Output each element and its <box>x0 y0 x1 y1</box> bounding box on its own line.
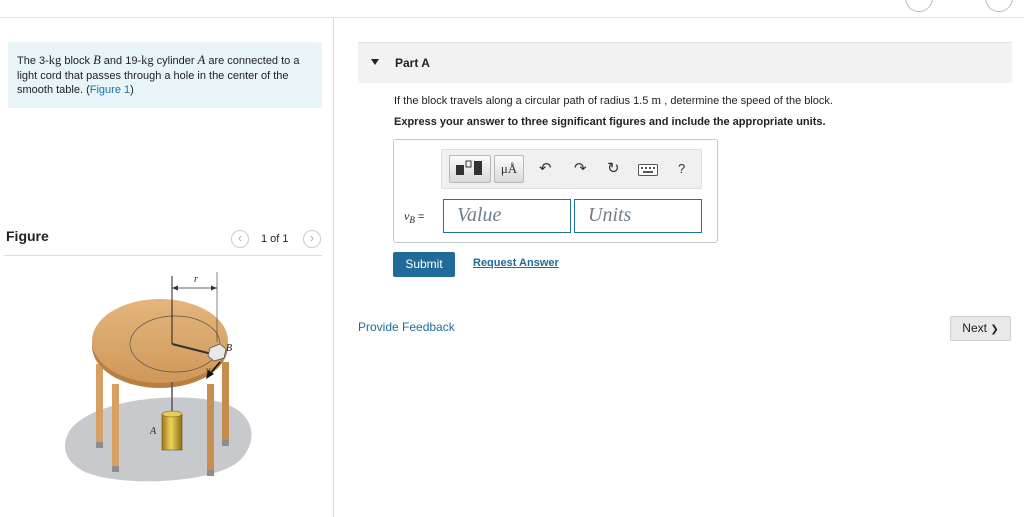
intro-text: The 3- <box>17 55 49 67</box>
leg-foot <box>207 470 214 476</box>
chevron-right-icon: ❯ <box>990 324 999 335</box>
value-input[interactable]: Value <box>443 199 571 233</box>
cylinder-a <box>161 413 183 451</box>
table-leg <box>96 364 103 444</box>
figure-link[interactable]: Figure 1 <box>90 84 130 96</box>
answer-variable-label: vB = <box>404 209 424 225</box>
provide-feedback-link[interactable]: Provide Feedback <box>358 320 455 334</box>
redo-icon[interactable]: ↷ <box>574 160 587 178</box>
leg-foot <box>222 440 229 446</box>
part-a-header[interactable] <box>358 42 1012 83</box>
equals-sign: = <box>414 211 425 223</box>
next-label: Next <box>962 321 987 335</box>
question-part: , determine the speed of the block. <box>661 95 833 107</box>
pane-divider <box>333 18 334 517</box>
templates-button[interactable] <box>449 155 491 183</box>
request-answer-link[interactable]: Request Answer <box>473 257 559 269</box>
next-button[interactable]: Next ❯ <box>950 316 1011 341</box>
triangle-down-icon[interactable] <box>371 59 379 65</box>
keyboard-icon[interactable] <box>638 164 658 176</box>
top-border <box>0 17 1024 18</box>
cylinder-top <box>161 410 183 418</box>
table-leg <box>222 362 229 442</box>
label-r: r <box>194 274 198 285</box>
chevron-right-icon[interactable]: › <box>303 230 321 248</box>
label-a: A <box>149 426 157 437</box>
problem-intro: The 3-kg block B and 19-kg cylinder A ar… <box>8 42 322 108</box>
question-unit: m <box>651 93 662 107</box>
submit-button[interactable]: Submit <box>393 252 455 277</box>
instruction-text: Express your answer to three significant… <box>394 116 826 128</box>
label-b: B <box>226 343 232 354</box>
figure-illustration: r B v A <box>65 272 252 482</box>
units-input[interactable]: Units <box>574 199 702 233</box>
intro-text: cylinder <box>153 55 198 67</box>
unit-kg: kg <box>141 53 154 67</box>
templates-icon <box>456 160 482 175</box>
chevron-left-icon[interactable]: ‹ <box>231 230 249 248</box>
intro-text: and 19- <box>100 55 142 67</box>
help-icon[interactable]: ? <box>678 160 685 178</box>
reset-icon[interactable]: ↻ <box>607 160 620 178</box>
dimension-arrowhead <box>172 285 178 291</box>
label-v: v <box>206 365 210 375</box>
part-a-title[interactable]: Part A <box>395 56 430 70</box>
table-leg <box>112 384 119 466</box>
unit-kg: kg <box>48 53 62 67</box>
variable-b: B <box>93 53 101 67</box>
toolbar-circle-button[interactable] <box>985 0 1013 12</box>
table-leg <box>207 384 214 470</box>
toolbar-circle-button[interactable] <box>905 0 933 12</box>
question-text: If the block travels along a circular pa… <box>394 93 833 108</box>
units-mu-angstrom-icon[interactable]: μÅ <box>494 155 524 183</box>
intro-text: block <box>61 55 94 67</box>
figure-title: Figure <box>6 228 49 244</box>
question-part: If the block travels along a circular pa… <box>394 95 652 107</box>
figure-count: 1 of 1 <box>261 233 289 245</box>
dimension-arrowhead <box>211 285 217 291</box>
undo-icon[interactable]: ↶ <box>539 160 552 178</box>
intro-text: ) <box>130 84 134 96</box>
leg-foot <box>112 466 119 472</box>
leg-foot <box>96 442 103 448</box>
figure-divider <box>4 255 322 256</box>
